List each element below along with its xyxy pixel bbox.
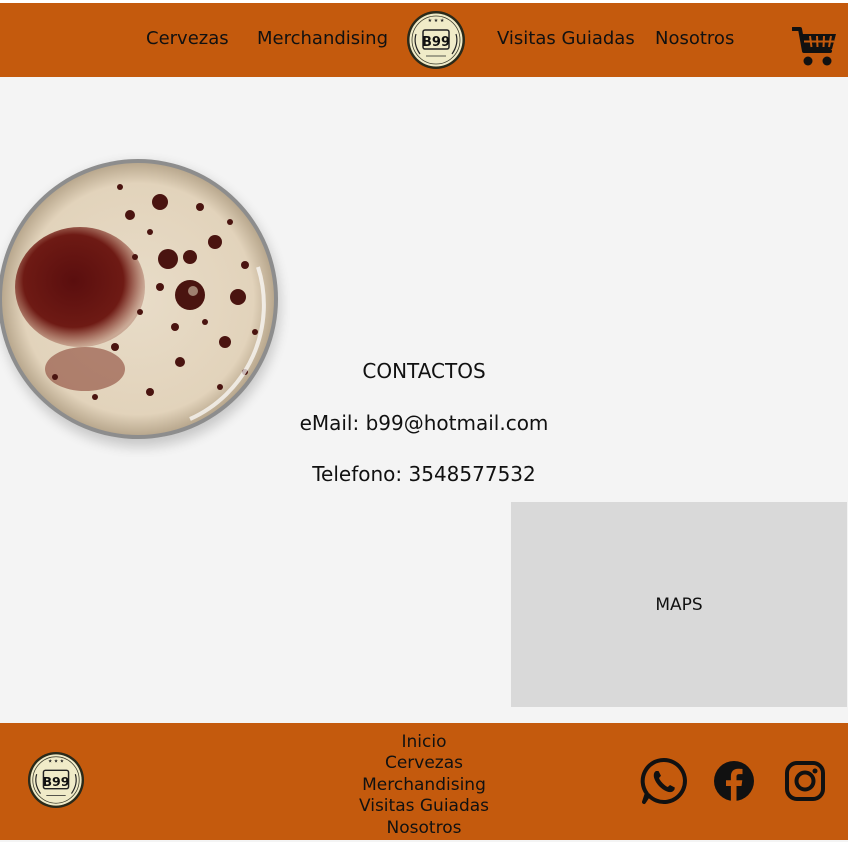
brand-logo[interactable]: ★ ★ ★ B99: [406, 8, 466, 72]
nav-link-nosotros[interactable]: Nosotros: [655, 28, 734, 49]
shopping-cart-icon[interactable]: [791, 25, 838, 73]
footer-logo-text: B99: [42, 774, 69, 789]
maps-label: MAPS: [655, 594, 703, 615]
facebook-icon[interactable]: [713, 757, 755, 806]
instagram-icon[interactable]: [784, 757, 826, 806]
nav-link-cervezas[interactable]: Cervezas: [146, 28, 229, 49]
svg-text:★ ★ ★: ★ ★ ★: [428, 18, 445, 24]
footer-link-merchandising[interactable]: Merchandising: [324, 775, 524, 796]
logo-text: B99: [422, 35, 450, 50]
site-header: Cervezas Merchandising ★ ★ ★ B99 Visitas…: [0, 3, 848, 77]
contact-email: eMail: b99@hotmail.com: [299, 411, 549, 435]
footer-logo[interactable]: ★ ★ ★ B99: [27, 749, 85, 811]
maps-placeholder[interactable]: MAPS: [511, 502, 847, 707]
nav-link-visitas-guiadas[interactable]: Visitas Guiadas: [497, 28, 635, 49]
footer-link-inicio[interactable]: Inicio: [324, 732, 524, 753]
contact-section: CONTACTOS eMail: b99@hotmail.com Telefon…: [0, 77, 848, 723]
contact-phone: Telefono: 3548577532: [312, 462, 536, 486]
whatsapp-icon[interactable]: [640, 757, 688, 809]
footer-link-cervezas[interactable]: Cervezas: [324, 753, 524, 774]
contact-title: CONTACTOS: [362, 359, 486, 383]
footer-link-visitas-guiadas[interactable]: Visitas Guiadas: [324, 796, 524, 817]
footer-link-nosotros[interactable]: Nosotros: [324, 818, 524, 839]
site-footer: ★ ★ ★ B99 Inicio Cervezas Merchandising …: [0, 723, 848, 840]
footer-nav: Inicio Cervezas Merchandising Visitas Gu…: [324, 732, 524, 839]
svg-text:★ ★ ★: ★ ★ ★: [48, 759, 65, 765]
nav-link-merchandising[interactable]: Merchandising: [257, 28, 388, 49]
